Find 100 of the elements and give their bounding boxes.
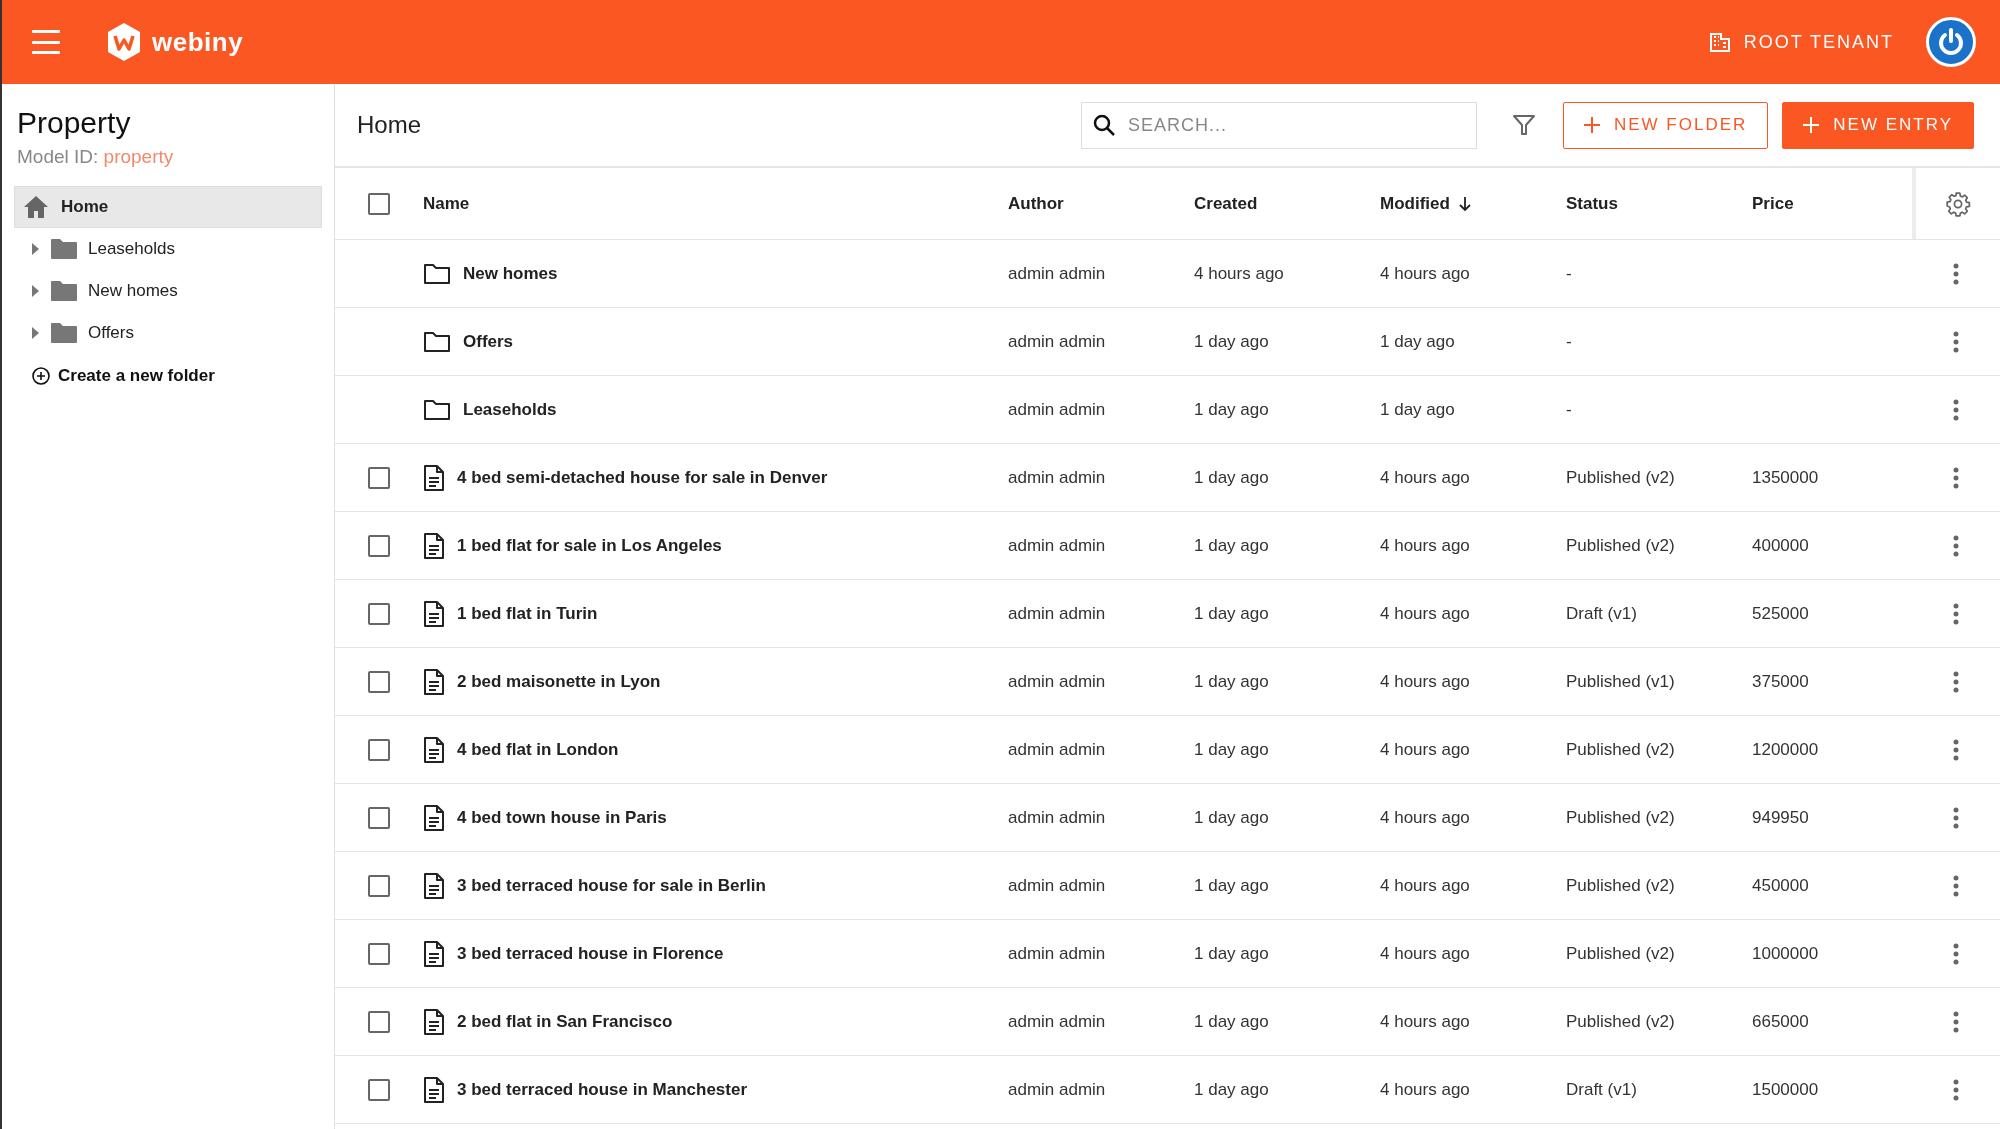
document-icon xyxy=(423,532,445,559)
price-cell-text: 949950 xyxy=(1752,807,1810,828)
status-cell-text: Draft (v1) xyxy=(1566,603,1638,624)
price-cell-text: 1200000 xyxy=(1752,739,1820,760)
modified-cell-text: 4 hours ago xyxy=(1380,875,1471,896)
document-icon xyxy=(423,940,445,967)
created-cell-text: 1 day ago xyxy=(1194,807,1270,828)
table-row[interactable]: 1 bed flat in Turin admin admin 1 day ago 4 hours ago Draft (v1) 525000 xyxy=(335,580,2000,648)
home-icon xyxy=(23,195,49,219)
folder-icon xyxy=(50,238,78,260)
table-row[interactable]: 4 bed semi-detached house for sale in Denver admin admin 1 day ago 4 hours ago Published (v2) 1350000 xyxy=(335,444,2000,512)
create-folder-link[interactable]: Create a new folder xyxy=(32,366,322,386)
status-cell-text: Published (v2) xyxy=(1566,467,1676,488)
more-vertical-icon xyxy=(1953,602,1959,625)
created-cell-text: 1 day ago xyxy=(1194,535,1270,556)
folder-item[interactable]: New homes xyxy=(14,270,322,312)
author-cell-text: admin admin xyxy=(1008,807,1107,828)
search-field[interactable]: SEARCH... xyxy=(1080,101,1477,149)
table-row[interactable]: 3 bed terraced house for sale in Berlin admin admin 1 day ago 4 hours ago Published (v2) 450000 xyxy=(335,852,2000,920)
author-cell-text: admin admin xyxy=(1008,603,1107,624)
table-row[interactable]: 2 bed maisonette in Lyon admin admin 1 day ago 4 hours ago Published (v1) 375000 xyxy=(335,648,2000,716)
created-cell-text: 4 hours ago xyxy=(1194,263,1285,284)
created-cell-text: 1 day ago xyxy=(1194,739,1270,760)
price-cell-text: 375000 xyxy=(1752,671,1810,692)
author-cell-text: admin admin xyxy=(1008,875,1107,896)
created-cell-text: 1 day ago xyxy=(1194,1079,1270,1100)
row-checkbox[interactable] xyxy=(368,466,390,489)
column-header[interactable]: Name xyxy=(423,193,1008,214)
table-row[interactable]: Offers admin admin 1 day ago 1 day ago - xyxy=(335,308,2000,376)
folder-item[interactable]: Offers xyxy=(14,312,322,354)
modified-cell-text: 4 hours ago xyxy=(1380,1079,1471,1100)
row-checkbox[interactable] xyxy=(368,1010,390,1033)
author-cell-text: admin admin xyxy=(1008,1079,1107,1100)
power-icon xyxy=(1936,27,1966,57)
author-cell-text: admin admin xyxy=(1008,739,1107,760)
column-header[interactable]: Author xyxy=(1008,193,1194,214)
column-header[interactable]: Created xyxy=(1194,193,1380,214)
select-all-checkbox[interactable] xyxy=(368,192,390,215)
row-checkbox[interactable] xyxy=(368,874,390,897)
status-cell-text: - xyxy=(1566,399,1573,420)
menu-button[interactable] xyxy=(32,30,60,54)
settings-icon[interactable] xyxy=(1945,190,1971,217)
author-cell-text: admin admin xyxy=(1008,399,1107,420)
name-cell: 4 bed semi-detached house for sale in Denver xyxy=(457,467,828,488)
row-checkbox[interactable] xyxy=(368,942,390,965)
model-id-text: Model ID: property xyxy=(17,146,175,168)
caret-right-icon[interactable] xyxy=(30,285,40,297)
name-cell: 3 bed terraced house in Manchester xyxy=(457,1079,748,1100)
folder-icon xyxy=(423,330,451,353)
row-checkbox[interactable] xyxy=(368,1078,390,1101)
filter-icon xyxy=(1512,114,1535,136)
folder-item[interactable]: Leaseholds xyxy=(14,228,322,270)
row-checkbox[interactable] xyxy=(368,534,390,557)
row-checkbox[interactable] xyxy=(368,738,390,761)
modified-cell-text: 4 hours ago xyxy=(1380,671,1471,692)
table-row[interactable]: 2 bed flat in San Francisco admin admin 1 day ago 4 hours ago Published (v2) 665000 xyxy=(335,988,2000,1056)
building-icon xyxy=(1709,32,1730,52)
created-cell-text: 1 day ago xyxy=(1194,1011,1270,1032)
table-row[interactable]: 3 bed terraced house in Florence admin admin 1 day ago 4 hours ago Published (v2) 1000000 xyxy=(335,920,2000,988)
name-cell: Leaseholds xyxy=(463,399,557,420)
home-item[interactable]: Home xyxy=(14,186,322,228)
more-vertical-icon xyxy=(1953,1078,1959,1101)
status-cell-text: Published (v2) xyxy=(1566,875,1676,896)
table-row[interactable]: Leaseholds admin admin 1 day ago 1 day ago - xyxy=(335,376,2000,444)
table-row[interactable]: 3 bed terraced house in Manchester admin admin 1 day ago 4 hours ago Draft (v1) 1500000 xyxy=(335,1056,2000,1124)
modified-cell-text: 4 hours ago xyxy=(1380,739,1471,760)
modified-cell-text: 1 day ago xyxy=(1380,399,1456,420)
status-cell-text: Draft (v1) xyxy=(1566,1079,1638,1100)
created-cell-text: 1 day ago xyxy=(1194,399,1270,420)
caret-right-icon[interactable] xyxy=(30,243,40,255)
modified-cell-text: 4 hours ago xyxy=(1380,1011,1471,1032)
price-cell-text: 1500000 xyxy=(1752,1079,1820,1100)
column-header[interactable]: Modified xyxy=(1380,193,1566,214)
document-icon xyxy=(423,668,445,695)
more-vertical-icon xyxy=(1953,806,1959,829)
row-checkbox[interactable] xyxy=(368,602,390,625)
name-cell: New homes xyxy=(463,263,558,284)
price-cell-text: 1000000 xyxy=(1752,943,1820,964)
table-row[interactable]: 1 bed flat for sale in Los Angeles admin admin 1 day ago 4 hours ago Published (v2) 400000 xyxy=(335,512,2000,580)
caret-right-icon[interactable] xyxy=(30,327,40,339)
modified-cell-text: 4 hours ago xyxy=(1380,535,1471,556)
price-cell-text: 525000 xyxy=(1752,603,1810,624)
row-checkbox[interactable] xyxy=(368,670,390,693)
modified-cell-text: 4 hours ago xyxy=(1380,943,1471,964)
price-cell-text: 450000 xyxy=(1752,875,1810,896)
created-cell-text: 1 day ago xyxy=(1194,331,1270,352)
table-row[interactable]: 4 bed flat in London admin admin 1 day ago 4 hours ago Published (v2) 1200000 xyxy=(335,716,2000,784)
modified-cell-text: 4 hours ago xyxy=(1380,263,1471,284)
column-header[interactable]: Price xyxy=(1752,193,1912,214)
author-cell-text: admin admin xyxy=(1008,943,1107,964)
document-icon xyxy=(423,1076,445,1103)
plus-icon xyxy=(1583,117,1600,133)
column-header[interactable]: Status xyxy=(1566,193,1752,214)
user-avatar[interactable] xyxy=(1926,17,1976,67)
table-row[interactable]: New homes admin admin 4 hours ago 4 hours ago - xyxy=(335,240,2000,308)
document-icon xyxy=(423,872,445,899)
status-cell-text: Published (v2) xyxy=(1566,1011,1676,1032)
row-checkbox[interactable] xyxy=(368,806,390,829)
table-row[interactable]: 4 bed town house in Paris admin admin 1 day ago 4 hours ago Published (v2) 949950 xyxy=(335,784,2000,852)
status-cell-text: Published (v2) xyxy=(1566,739,1676,760)
